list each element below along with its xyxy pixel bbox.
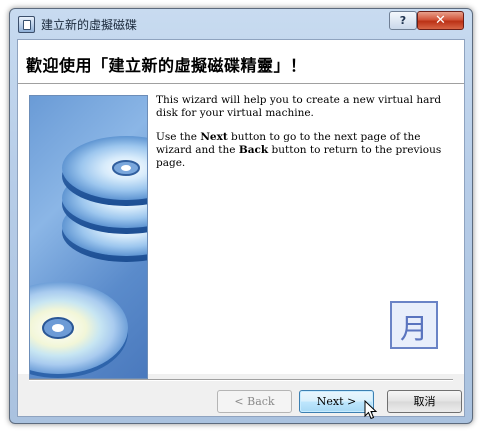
app-icon[interactable]: [18, 16, 35, 33]
footer-divider-highlight: [29, 380, 453, 381]
back-button[interactable]: < Back: [217, 390, 292, 413]
wizard-content: This wizard will help you to create a ne…: [18, 85, 464, 379]
text-segment: Use the: [156, 131, 201, 143]
close-button[interactable]: ✕: [417, 11, 464, 30]
disc-stack: [62, 136, 147, 262]
wizard-header: 歡迎使用「建立新的虛擬磁碟精靈」！: [18, 40, 464, 83]
intro-paragraph-2: Use the Next button to go to the next pa…: [156, 131, 456, 170]
next-keyword: Next: [200, 131, 228, 143]
intro-text: This wizard will help you to create a ne…: [156, 94, 456, 181]
window-title: 建立新的虛擬磁碟: [41, 18, 138, 32]
mouse-pointer-icon: [364, 400, 378, 420]
wizard-client-area: 歡迎使用「建立新的虛擬磁碟精靈」！ This wizard will help …: [17, 39, 465, 420]
logo-glyph: 月: [399, 312, 428, 345]
title-bar[interactable]: 建立新的虛擬磁碟 ? ✕: [10, 9, 472, 37]
single-disc: [30, 282, 128, 378]
intro-paragraph-1: This wizard will help you to create a ne…: [156, 94, 442, 119]
wizard-window: 建立新的虛擬磁碟 ? ✕ 歡迎使用「建立新的虛擬磁碟精靈」！ This wiza…: [9, 8, 473, 424]
cancel-button[interactable]: 取消: [387, 390, 462, 413]
page-title: 歡迎使用「建立新的虛擬磁碟精靈」！: [26, 56, 307, 75]
back-keyword: Back: [238, 144, 269, 156]
stacked-discs-illustration: [29, 95, 148, 379]
help-button[interactable]: ?: [389, 11, 417, 30]
next-button[interactable]: Next >: [299, 390, 374, 413]
wizard-logo-icon: 月: [390, 301, 438, 349]
